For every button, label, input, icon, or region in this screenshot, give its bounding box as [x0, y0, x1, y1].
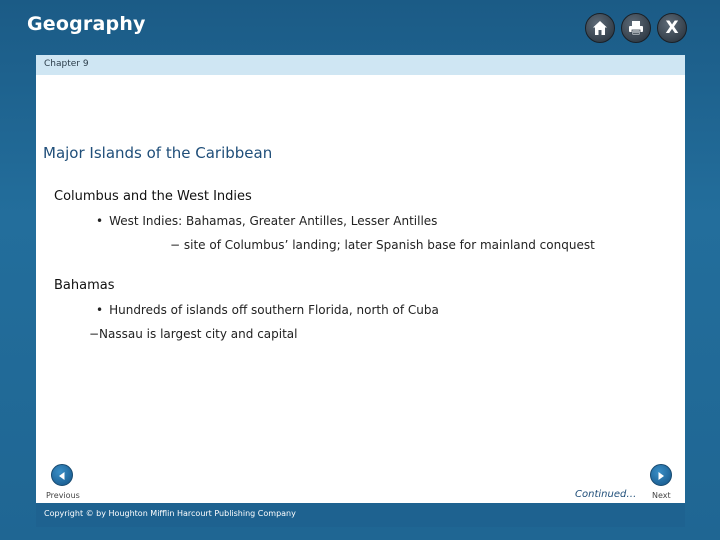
bullet-dot-icon: • [96, 303, 104, 317]
section-title: Columbus and the West Indies [54, 189, 252, 204]
bullet-item: • Hundreds of islands off southern Florid… [96, 303, 439, 317]
bullet-text: West Indies: Bahamas, Greater Antilles, … [109, 214, 438, 228]
copyright-text: Copyright © by Houghton Mifflin Harcourt… [44, 509, 296, 518]
chapter-label: Chapter 9 [44, 59, 89, 69]
print-icon [627, 19, 645, 37]
window-frame: Geography X Chapter 9 Major Islands of t… [0, 0, 720, 540]
section-title: Bahamas [54, 278, 115, 293]
bullet-text: Hundreds of islands off southern Florida… [109, 303, 439, 317]
next-button[interactable] [650, 464, 672, 486]
home-button[interactable] [585, 13, 615, 43]
slide-heading: Major Islands of the Caribbean [43, 144, 273, 162]
close-button[interactable]: X [657, 13, 687, 43]
arrow-right-icon [656, 466, 666, 485]
next-label[interactable]: Next [652, 491, 671, 500]
footer-bar: Copyright © by Houghton Mifflin Harcourt… [36, 503, 685, 527]
home-icon [591, 19, 609, 37]
app-title: Geography [27, 13, 146, 35]
sub-bullet-text: − site of Columbus’ landing; later Spani… [170, 238, 595, 252]
sub-bullet-text: −Nassau is largest city and capital [89, 327, 298, 341]
chapter-bar: Chapter 9 [36, 55, 685, 75]
close-icon: X [665, 17, 679, 38]
previous-button[interactable] [51, 464, 73, 486]
bullet-item: • West Indies: Bahamas, Greater Antilles,… [96, 214, 437, 228]
slide-content: Chapter 9 Major Islands of the Caribbean… [36, 55, 685, 503]
continued-label: Continued… [575, 489, 637, 500]
bullet-dot-icon: • [96, 214, 104, 228]
previous-label[interactable]: Previous [46, 491, 80, 500]
print-button[interactable] [621, 13, 651, 43]
toolbar: X [585, 13, 687, 43]
arrow-left-icon [57, 466, 67, 485]
